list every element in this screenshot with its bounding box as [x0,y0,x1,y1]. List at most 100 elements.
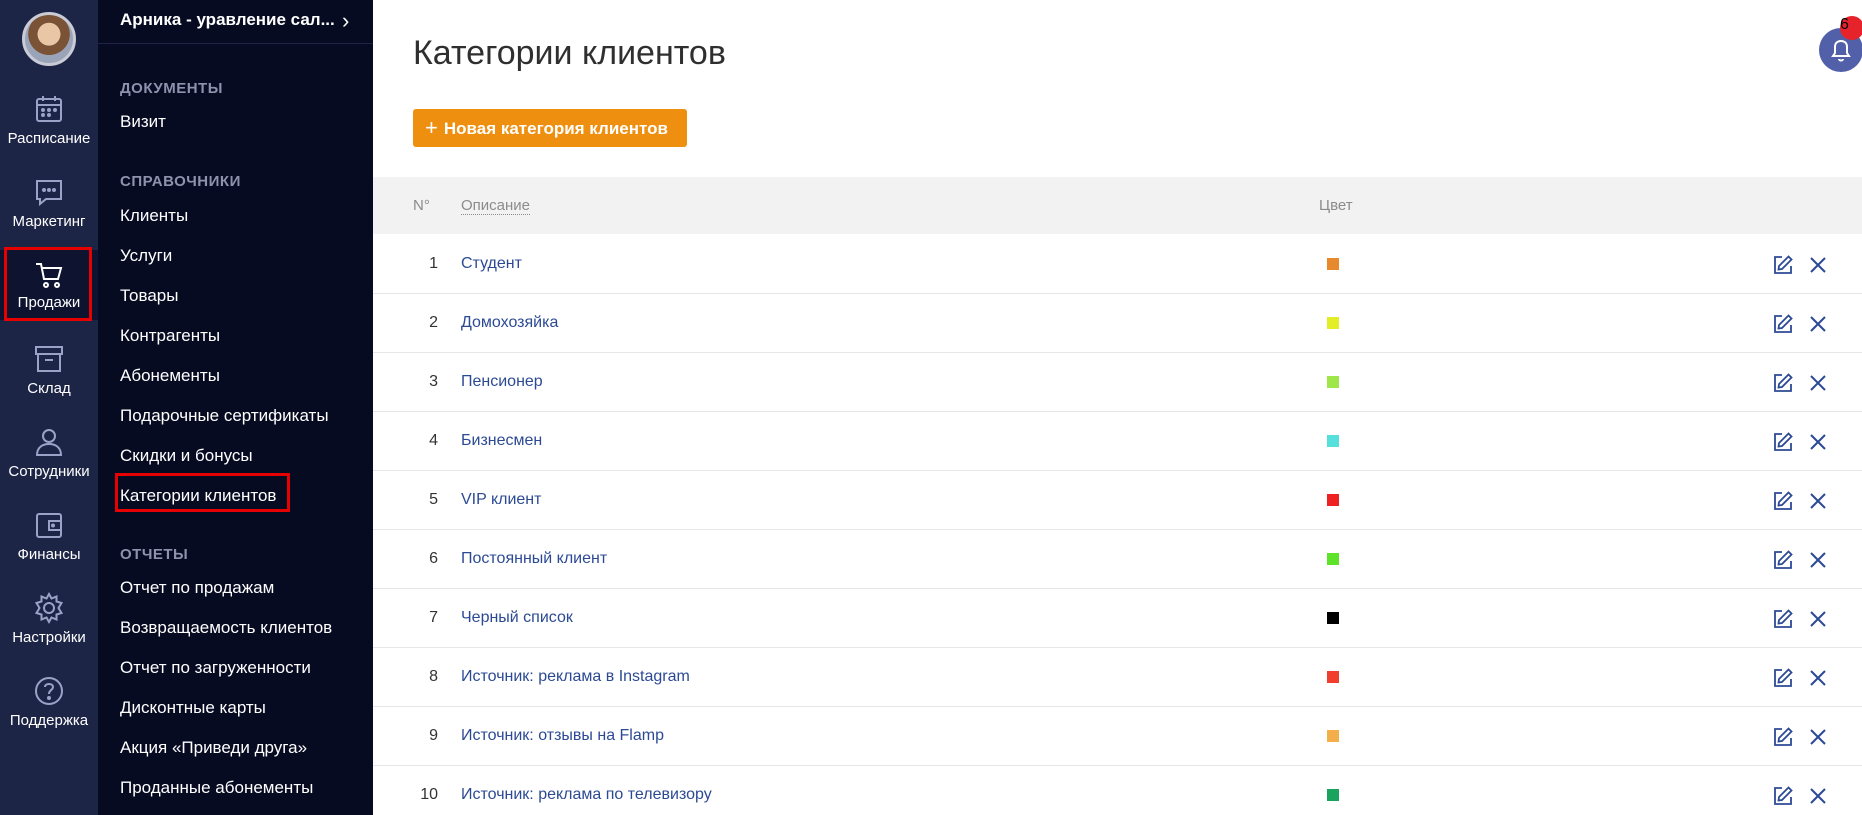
main-content: Категории клиентов + Новая категория клие… [373,0,1862,815]
rail-item-settings[interactable]: Настройки [0,591,98,671]
page-title: Категории клиентов [413,34,726,72]
column-header-description[interactable]: Описание [461,197,531,215]
rail-item-employees[interactable]: Сотрудники [0,425,98,505]
delete-icon[interactable] [1806,253,1830,277]
color-swatch [1327,435,1339,447]
color-swatch [1327,671,1339,683]
row-number: 4 [429,432,438,449]
category-link[interactable]: Бизнесмен [461,432,542,450]
row-number: 9 [429,727,438,744]
table-row: 8 Источник: реклама в Instagram [373,648,1862,707]
rail-item-label: Настройки [12,629,86,646]
column-header-num: N° [413,197,430,214]
delete-icon[interactable] [1806,607,1830,631]
rail-item-label: Маркетинг [12,213,86,230]
menu-item-services[interactable]: Услуги [120,246,172,266]
table-row: 10 Источник: реклама по телевизору [373,766,1862,815]
menu-item-visit[interactable]: Визит [120,112,166,132]
row-number: 2 [429,314,438,331]
delete-icon[interactable] [1806,371,1830,395]
archive-icon [35,346,63,372]
category-link[interactable]: VIP клиент [461,491,541,509]
row-number: 6 [429,550,438,567]
menu-item-sold-subscriptions[interactable]: Проданные абонементы [120,778,313,798]
table-row: 5 VIP клиент [373,471,1862,530]
rail-highlight-frame [4,247,92,321]
rail-item-label: Расписание [7,130,91,147]
rail-item-label: Финансы [17,546,81,563]
menu-highlight-frame [115,473,290,512]
section-title-reports: ОТЧЕТЫ [120,546,189,563]
edit-icon[interactable] [1771,784,1795,808]
menu-item-clients[interactable]: Клиенты [120,206,188,226]
rail-item-support[interactable]: Поддержка [0,674,98,754]
delete-icon[interactable] [1806,312,1830,336]
row-number: 10 [420,786,438,803]
edit-icon[interactable] [1771,666,1795,690]
menu-item-gift-certificates[interactable]: Подарочные сертификаты [120,406,329,426]
category-link[interactable]: Источник: реклама в Instagram [461,668,690,686]
delete-icon[interactable] [1806,784,1830,808]
menu-item-refer-friend[interactable]: Акция «Приведи друга» [120,738,307,758]
section-title-documents: ДОКУМЕНТЫ [120,80,223,97]
color-swatch [1327,789,1339,801]
edit-icon[interactable] [1771,607,1795,631]
chevron-right-icon: › [342,8,350,33]
category-link[interactable]: Черный список [461,609,573,627]
edit-icon[interactable] [1771,548,1795,572]
rail-item-marketing[interactable]: Маркетинг [0,175,98,255]
edit-icon[interactable] [1771,489,1795,513]
avatar[interactable] [22,12,76,66]
rail-item-warehouse[interactable]: Склад [0,342,98,422]
menu-item-goods[interactable]: Товары [120,286,178,306]
table-row: 1 Студент [373,235,1862,294]
menu-item-discount-cards[interactable]: Дисконтные карты [120,698,266,718]
edit-icon[interactable] [1771,371,1795,395]
delete-icon[interactable] [1806,489,1830,513]
menu-item-client-retention[interactable]: Возвращаемость клиентов [120,618,332,638]
row-number: 7 [429,609,438,626]
category-link[interactable]: Источник: отзывы на Flamp [461,727,664,745]
category-link[interactable]: Пенсионер [461,373,543,391]
table-row: 4 Бизнесмен [373,412,1862,471]
color-swatch [1327,317,1339,329]
rail-item-label: Склад [27,380,71,397]
rail-item-label: Поддержка [9,712,89,729]
edit-icon[interactable] [1771,725,1795,749]
rail-item-schedule[interactable]: Расписание [0,92,98,172]
color-swatch [1327,376,1339,388]
delete-icon[interactable] [1806,430,1830,454]
notifications-badge: 6 [1840,16,1862,40]
section-title-references: СПРАВОЧНИКИ [120,173,241,190]
menu-item-load-report[interactable]: Отчет по загруженности [120,658,311,678]
delete-icon[interactable] [1806,666,1830,690]
color-swatch [1327,553,1339,565]
category-link[interactable]: Источник: реклама по телевизору [461,786,712,804]
delete-icon[interactable] [1806,725,1830,749]
edit-icon[interactable] [1771,312,1795,336]
edit-icon[interactable] [1771,430,1795,454]
secondary-menu: Арника - уравление сал... › ДОКУМЕНТЫ Ви… [98,0,373,815]
row-number: 5 [429,491,438,508]
company-switcher[interactable]: Арника - уравление сал... › [98,0,373,44]
chat-icon [36,180,62,207]
menu-item-discounts[interactable]: Скидки и бонусы [120,446,253,466]
category-link[interactable]: Студент [461,255,522,273]
color-swatch [1327,730,1339,742]
user-icon [35,429,63,456]
menu-item-sales-report[interactable]: Отчет по продажам [120,578,274,598]
table-row: 3 Пенсионер [373,353,1862,412]
wallet-icon [36,513,62,538]
category-link[interactable]: Постоянный клиент [461,550,607,568]
gear-icon [34,591,64,625]
rail-item-finance[interactable]: Финансы [0,508,98,588]
edit-icon[interactable] [1771,253,1795,277]
table-row: 2 Домохозяйка [373,294,1862,353]
delete-icon[interactable] [1806,548,1830,572]
menu-item-contractors[interactable]: Контрагенты [120,326,220,346]
category-link[interactable]: Домохозяйка [461,314,558,332]
help-icon [35,677,63,705]
add-category-button[interactable]: + Новая категория клиентов [413,109,687,147]
menu-item-subscriptions[interactable]: Абонементы [120,366,220,386]
rail-item-label: Сотрудники [8,463,90,480]
